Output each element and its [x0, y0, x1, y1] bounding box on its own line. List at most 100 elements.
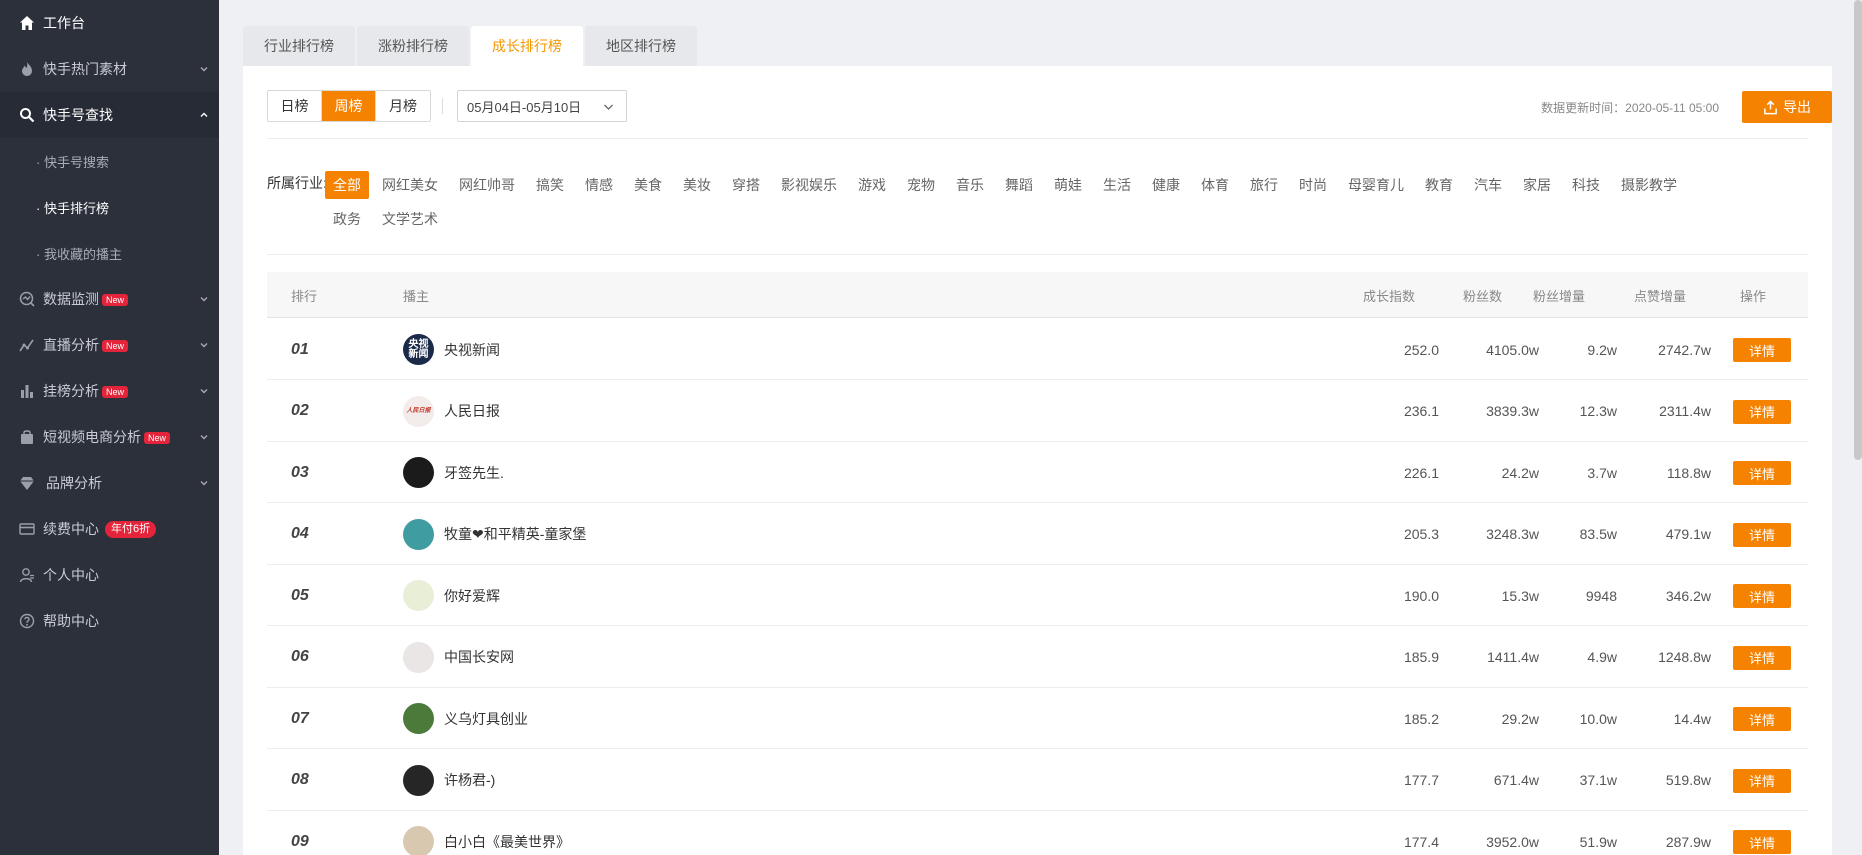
sidebar-item-account-search[interactable]: 快手号查找 — [0, 92, 219, 138]
industry-chip[interactable]: 情感 — [577, 171, 621, 199]
streamer-name[interactable]: 义乌灯具创业 — [444, 688, 528, 749]
chevron-down-icon — [200, 435, 208, 440]
industry-chip[interactable]: 美妆 — [675, 171, 719, 199]
industry-chip[interactable]: 搞笑 — [528, 171, 572, 199]
sidebar-subitem-ranking[interactable]: · 快手排行榜 — [0, 184, 219, 230]
industry-chip[interactable]: 生活 — [1095, 171, 1139, 199]
sidebar-item-help[interactable]: 帮助中心 — [0, 598, 219, 644]
tab-industry-ranking[interactable]: 行业排行榜 — [243, 26, 355, 66]
growth-index: 226.1 — [1403, 464, 1439, 481]
industry-chip[interactable]: 文学艺术 — [374, 205, 446, 233]
sidebar-item-renewal[interactable]: 续费中心 年付6折 — [0, 506, 219, 552]
divider — [267, 138, 1808, 139]
streamer-name[interactable]: 牙签先生. — [444, 442, 504, 503]
avatar — [403, 641, 434, 673]
help-icon — [18, 612, 36, 630]
industry-chip[interactable]: 穿搭 — [724, 171, 768, 199]
sidebar-item-live-analysis[interactable]: 直播分析 New — [0, 322, 219, 368]
streamer-name[interactable]: 央视新闻 — [444, 319, 500, 380]
streamer-name[interactable]: 你好爱辉 — [444, 565, 500, 626]
detail-button[interactable]: 详情 — [1733, 338, 1791, 362]
column-header-fans-increase: 粉丝增量 — [1533, 288, 1586, 304]
detail-button[interactable]: 详情 — [1733, 768, 1791, 793]
industry-chip[interactable]: 摄影教学 — [1613, 171, 1685, 199]
sidebar-item-brand-analysis[interactable]: 品牌分析 — [0, 460, 219, 506]
likes-increase: 2311.4w — [1659, 403, 1711, 419]
sidebar-item-chart-analysis[interactable]: 挂榜分析 New — [0, 368, 219, 414]
fans-count: 15.3w — [1501, 587, 1539, 604]
export-button[interactable]: 导出 — [1742, 91, 1832, 123]
bar-chart-icon — [18, 382, 36, 400]
industry-chip[interactable]: 美食 — [626, 171, 670, 199]
industry-chip[interactable]: 宠物 — [899, 171, 943, 199]
likes-increase: 14.4w — [1673, 710, 1711, 727]
user-icon — [18, 566, 36, 584]
industry-chip[interactable]: 健康 — [1144, 171, 1188, 199]
rank-number: 04 — [291, 525, 309, 542]
fans-increase: 12.3w — [1579, 403, 1617, 419]
industry-chip[interactable]: 时尚 — [1291, 171, 1335, 199]
tab-fans-growth-ranking[interactable]: 涨粉排行榜 — [357, 26, 469, 66]
streamer-name[interactable]: 牧童❤和平精英-童家堡 — [444, 504, 586, 565]
rank-number: 09 — [291, 832, 309, 850]
sidebar-item-label: 短视频电商分析 — [43, 429, 141, 445]
industry-chip[interactable]: 网红美女 — [374, 171, 446, 199]
detail-button[interactable]: 详情 — [1733, 584, 1791, 608]
new-badge: New — [102, 340, 129, 352]
detail-button[interactable]: 详情 — [1733, 522, 1791, 547]
avatar: 央视新闻 — [403, 334, 434, 365]
sidebar-item-profile[interactable]: 个人中心 — [0, 552, 219, 598]
industry-chip[interactable]: 教育 — [1417, 171, 1461, 199]
streamer-name[interactable]: 人民日报 — [444, 381, 500, 442]
industry-chip[interactable]: 影视娱乐 — [773, 171, 845, 199]
period-switch: 日榜 周榜 月榜 — [267, 90, 431, 122]
industry-chip[interactable]: 音乐 — [948, 171, 992, 199]
industry-chip[interactable]: 汽车 — [1466, 171, 1510, 199]
industry-chip[interactable]: 全部 — [325, 171, 369, 199]
scrollbar[interactable] — [1854, 0, 1862, 460]
detail-button[interactable]: 详情 — [1733, 461, 1791, 485]
shopping-bag-icon — [18, 428, 36, 446]
tab-growth-ranking[interactable]: 成长排行榜 — [471, 26, 583, 66]
period-day-button[interactable]: 日榜 — [268, 91, 322, 121]
industry-chip[interactable]: 网红帅哥 — [451, 171, 523, 199]
fans-count: 3248.3w — [1486, 526, 1539, 542]
industry-chip[interactable]: 游戏 — [850, 171, 894, 199]
industry-chip[interactable]: 舞蹈 — [997, 171, 1041, 199]
table-row: 05 你好爱辉 190.0 15.3w 9948 346.2w 详情 — [267, 565, 1808, 626]
streamer-name[interactable]: 许杨君-) — [444, 750, 495, 811]
detail-button[interactable]: 详情 — [1733, 830, 1791, 854]
industry-chip[interactable]: 旅行 — [1242, 171, 1286, 199]
detail-button[interactable]: 详情 — [1733, 707, 1791, 731]
detail-button[interactable]: 详情 — [1733, 399, 1791, 424]
likes-increase: 519.8w — [1665, 772, 1711, 788]
tab-region-ranking[interactable]: 地区排行榜 — [585, 26, 697, 66]
industry-chip[interactable]: 萌娃 — [1046, 171, 1090, 199]
sidebar-item-data-monitor[interactable]: 数据监测 New — [0, 276, 219, 322]
column-header-growth-index: 成长指数 — [1363, 288, 1416, 304]
industry-chip[interactable]: 体育 — [1193, 171, 1237, 199]
table-row: 03 牙签先生. 226.1 24.2w 3.7w 118.8w 详情 — [267, 442, 1808, 503]
industry-chip[interactable]: 母婴育儿 — [1340, 171, 1412, 199]
sidebar-item-ecommerce-analysis[interactable]: 短视频电商分析 New — [0, 414, 219, 460]
main-content: 行业排行榜 涨粉排行榜 成长排行榜 地区排行榜 日榜 周榜 月榜 05月04日-… — [219, 0, 1862, 855]
sidebar-subitem-favorites[interactable]: · 我收藏的播主 — [0, 230, 219, 276]
fans-count: 3839.3w — [1486, 403, 1539, 419]
date-range-select[interactable]: 05月04日-05月10日 — [457, 90, 627, 122]
column-header-rank: 排行 — [291, 288, 318, 304]
fans-increase: 9.2w — [1587, 341, 1617, 358]
sidebar-item-home[interactable]: 工作台 — [0, 0, 219, 46]
fire-icon — [18, 60, 36, 78]
streamer-name[interactable]: 中国长安网 — [444, 627, 514, 688]
industry-chip[interactable]: 政务 — [325, 205, 369, 233]
sidebar-item-hot-material[interactable]: 快手热门素材 — [0, 46, 219, 92]
likes-increase: 118.8w — [1666, 464, 1711, 481]
industry-chip[interactable]: 科技 — [1564, 171, 1608, 199]
streamer-name[interactable]: 白小白《最美世界》 — [444, 811, 570, 855]
detail-button[interactable]: 详情 — [1733, 645, 1791, 670]
industry-chip[interactable]: 家居 — [1515, 171, 1559, 199]
chevron-down-icon — [200, 481, 208, 486]
period-week-button[interactable]: 周榜 — [322, 91, 376, 121]
period-month-button[interactable]: 月榜 — [376, 91, 430, 121]
sidebar-subitem-account-search[interactable]: · 快手号搜索 — [0, 138, 219, 184]
